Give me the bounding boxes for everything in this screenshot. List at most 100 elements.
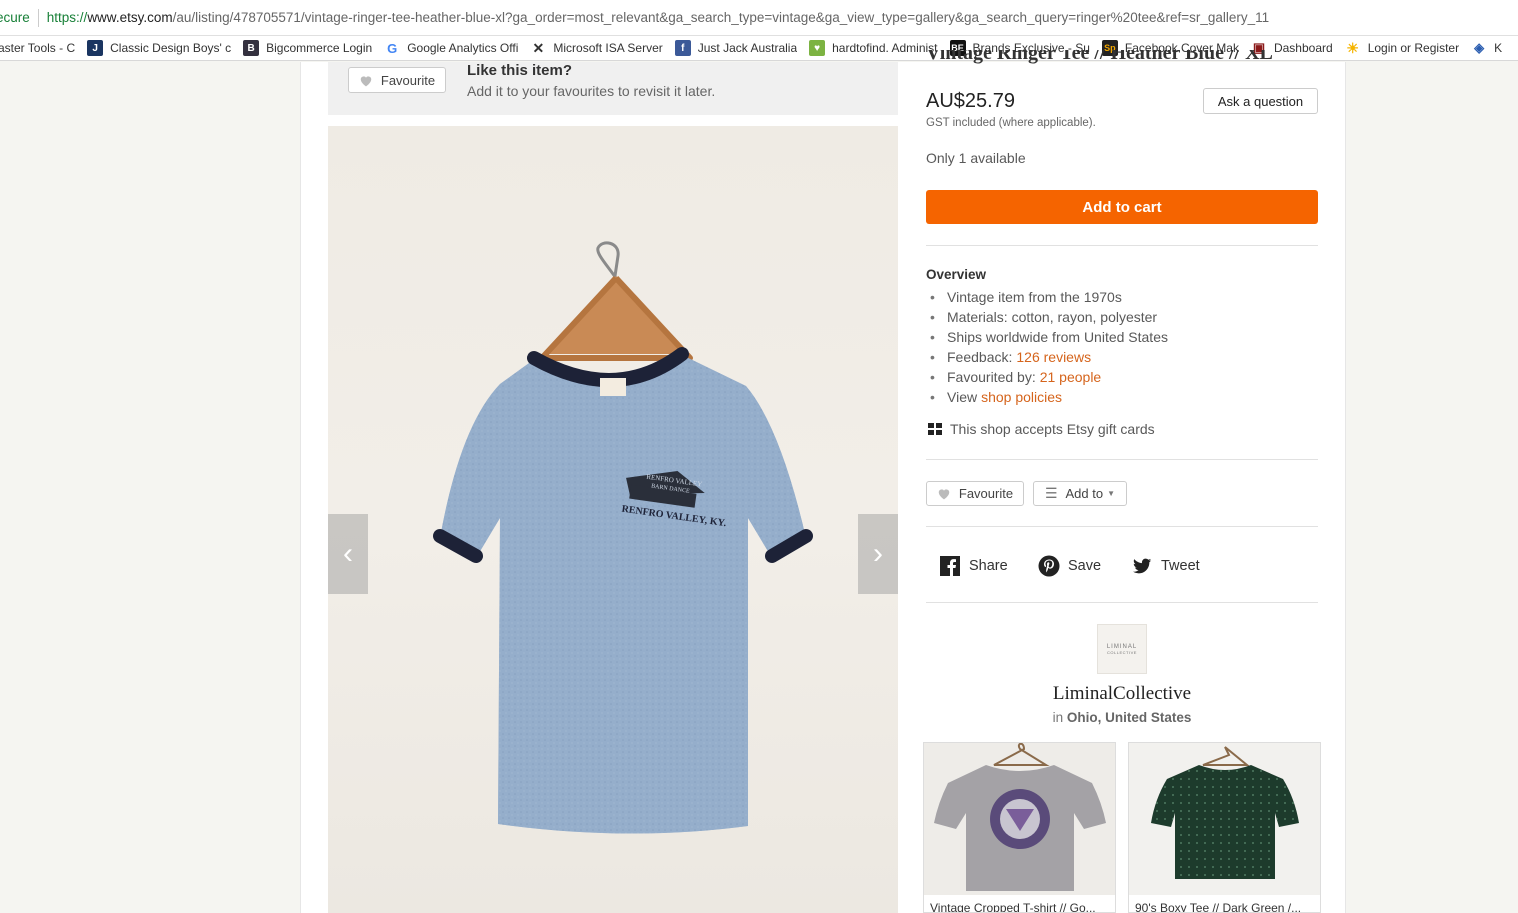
facebook-icon: f [674, 40, 691, 56]
feedback-reviews-link[interactable]: 126 reviews [1016, 347, 1091, 367]
listing-title: Vintage Ringer Tee // Heather Blue // XL [926, 50, 1273, 64]
shop-name-link[interactable]: LiminalCollective [926, 683, 1318, 705]
address-bar[interactable]: ecure https:// www.etsy.com /au/listing/… [0, 0, 1518, 36]
overview-item: • Ships worldwide from United States [930, 329, 1168, 345]
product-photo[interactable]: RENFRO VALLEY BARN DANCE RENFRO VALLEY, … [328, 126, 898, 913]
bookmark-label: aster Tools - C [0, 41, 76, 55]
listing-price: AU$25.79 [926, 90, 1015, 112]
chevron-right-icon: › [873, 537, 883, 570]
banner-favourite-button[interactable]: Favourite [348, 67, 446, 93]
divider [926, 245, 1318, 246]
overview-item: • Materials: cotton, rayon, polyester [930, 309, 1158, 325]
twitter-tweet-button[interactable]: Tweet [1131, 555, 1200, 577]
overview-item-text: View [947, 389, 978, 405]
secure-indicator[interactable]: ecure [0, 10, 30, 25]
address-separator [37, 8, 39, 27]
gift-card-text: This shop accepts Etsy gift cards [950, 421, 1155, 437]
ask-question-button[interactable]: Ask a question [1203, 88, 1318, 114]
bookmark-item[interactable]: ✕ Microsoft ISA Server [530, 40, 663, 56]
bookmark-label: Just Jack Australia [697, 41, 798, 55]
twitter-icon [1133, 558, 1152, 574]
layers-icon: ◈ [1471, 40, 1488, 56]
overview-item: • View shop policies [930, 387, 1063, 407]
bookmark-item[interactable]: J Classic Design Boys' c [87, 40, 231, 56]
next-image-button[interactable]: › [858, 514, 898, 594]
overview-item-text: Feedback: [947, 349, 1013, 365]
divider [926, 526, 1318, 527]
favourited-people-link[interactable]: 21 people [1040, 367, 1102, 387]
tweet-label: Tweet [1161, 558, 1200, 574]
previous-image-button[interactable]: ‹ [328, 514, 368, 594]
chevron-left-icon: ‹ [343, 537, 353, 570]
location-text: Ohio, United States [1066, 710, 1192, 725]
caret-down-icon: ▼ [1107, 489, 1116, 498]
favourite-label: Favourite [958, 486, 1014, 501]
bookmark-item[interactable]: ☀ Login or Register [1344, 39, 1460, 56]
overview-item-text: Favourited by: [947, 369, 1036, 385]
related-listing-caption: 90's Boxy Tee // Dark Green /... [1135, 901, 1302, 913]
location-prefix: in [1052, 710, 1064, 725]
favourite-button[interactable]: Favourite [926, 481, 1024, 506]
shop-logo[interactable]: LIMINAL COLLECTIVE [1097, 624, 1147, 674]
heart-icon [938, 489, 950, 500]
overview-list: • Vintage item from the 1970s • Materials:… [930, 287, 1168, 407]
url-scheme: https:// [46, 10, 88, 25]
shop-location: in Ohio, United States [926, 710, 1318, 725]
facebook-icon [940, 556, 960, 576]
list-icon: ☰ [1044, 485, 1058, 501]
add-to-label: Add to [1065, 486, 1104, 501]
google-icon: G [384, 40, 401, 56]
related-listing-caption: Vintage Cropped T-shirt // Go... [930, 901, 1096, 913]
bookmark-label: Classic Design Boys' c [110, 41, 232, 55]
related-listing-card[interactable]: Vintage Cropped T-shirt // Go... [923, 742, 1116, 913]
banner-title: Like this item? [467, 62, 573, 79]
pinterest-icon [1038, 555, 1060, 577]
bigcommerce-icon: B [243, 40, 260, 56]
add-to-list-button[interactable]: ☰ Add to ▼ [1033, 481, 1127, 506]
bookmark-label: hardtofind. Administ [832, 41, 938, 55]
related-listing-card[interactable]: 90's Boxy Tee // Dark Green /... [1128, 742, 1321, 913]
overview-item: • Favourited by: 21 people [930, 367, 1102, 387]
related-listing-image [1129, 743, 1320, 895]
pinterest-save-button[interactable]: Save [1038, 555, 1101, 577]
hardtofind-icon: ♥ [809, 40, 826, 56]
bookmark-label: Google Analytics Offi [407, 41, 519, 55]
bookmark-label: Login or Register [1367, 41, 1460, 55]
shop-policies-link[interactable]: shop policies [981, 387, 1062, 407]
bookmark-item[interactable]: B Bigcommerce Login [243, 40, 372, 56]
bookmark-label: Microsoft ISA Server [553, 41, 663, 55]
gift-card-icon [928, 423, 942, 435]
bookmark-label: K [1494, 41, 1503, 55]
bookmark-label: Bigcommerce Login [266, 41, 373, 55]
sun-icon: ☀ [1344, 39, 1361, 56]
overview-item: • Vintage item from the 1970s [930, 289, 1122, 305]
shop-logo-subtext: COLLECTIVE [1107, 649, 1137, 655]
availability-text: Only 1 available [926, 150, 1026, 166]
divider [926, 459, 1318, 460]
bookmark-item[interactable]: ♥ hardtofind. Administ [809, 40, 938, 56]
banner-subtitle: Add it to your favourites to revisit it … [467, 83, 716, 99]
overview-item-text: Ships worldwide from United States [947, 329, 1168, 345]
save-label: Save [1068, 558, 1102, 574]
tshirt-image: RENFRO VALLEY BARN DANCE RENFRO VALLEY, … [433, 241, 813, 834]
overview-heading: Overview [926, 267, 987, 282]
gst-note: GST included (where applicable). [926, 117, 1096, 129]
divider [926, 602, 1318, 603]
bookmarks-bar: aster Tools - C J Classic Design Boys' c… [0, 36, 1518, 61]
url-host: www.etsy.com [87, 10, 173, 25]
bookmark-item[interactable]: f Just Jack Australia [674, 40, 798, 56]
heart-icon [360, 75, 372, 86]
bookmark-item[interactable]: ◈ K [1471, 40, 1502, 56]
facebook-share-button[interactable]: Share [939, 555, 1008, 577]
related-listing-image [924, 743, 1115, 895]
isa-server-icon: ✕ [530, 40, 547, 56]
bookmark-item[interactable]: aster Tools - C [0, 41, 75, 55]
overview-item-text: Vintage item from the 1970s [947, 289, 1122, 305]
banner-favourite-label: Favourite [380, 72, 436, 88]
j-logo-icon: J [87, 40, 104, 56]
overview-item: • Feedback: 126 reviews [930, 347, 1092, 367]
bookmark-item[interactable]: G Google Analytics Offi [384, 40, 518, 56]
bookmark-label: Dashboard [1273, 41, 1333, 55]
url-path: /au/listing/478705571/vintage-ringer-tee… [172, 10, 1270, 25]
add-to-cart-button[interactable]: Add to cart [926, 190, 1318, 224]
